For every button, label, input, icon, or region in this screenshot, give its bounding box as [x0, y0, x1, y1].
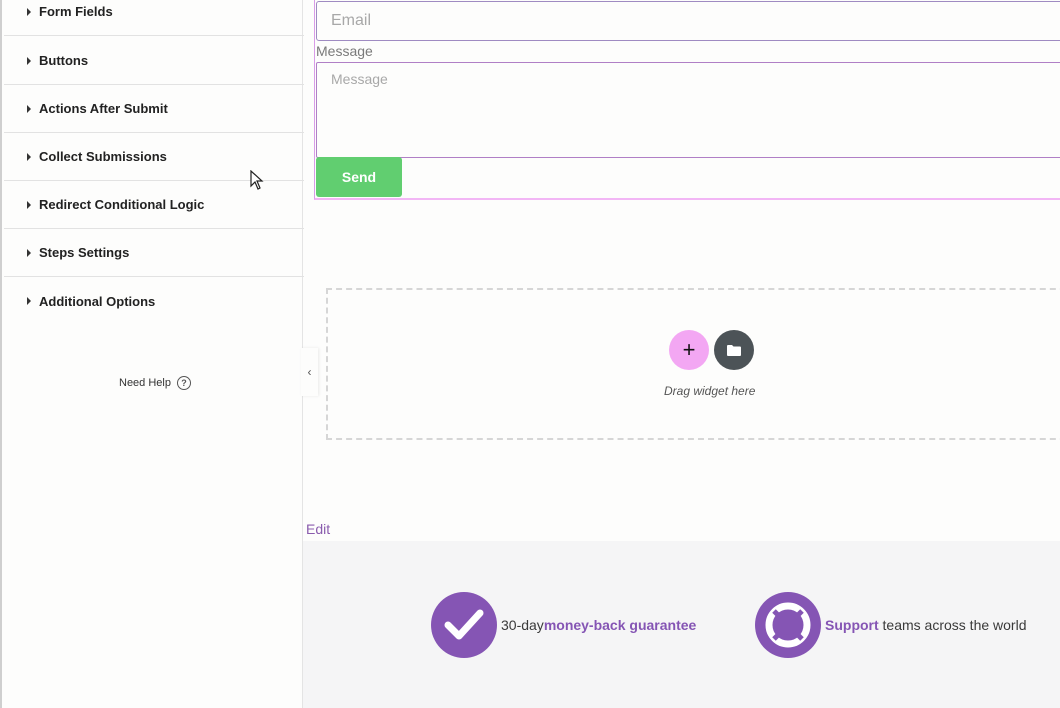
section-steps-settings[interactable]: Steps Settings: [4, 229, 304, 277]
plus-icon: +: [682, 337, 696, 362]
folder-icon: [727, 344, 741, 356]
caret-right-icon: [27, 297, 31, 305]
need-help-link[interactable]: Need Help ?: [119, 376, 191, 390]
section-label: Actions After Submit: [39, 101, 168, 116]
preview-canvas: Email Message Message Send + Drag widget…: [303, 0, 1060, 708]
section-actions-after-submit[interactable]: Actions After Submit: [4, 85, 304, 133]
section-label: Form Fields: [39, 4, 113, 19]
feature-support: Support teams across the world: [755, 592, 1027, 658]
section-label: Steps Settings: [39, 245, 130, 260]
feature-highlight: money-back guarantee: [543, 617, 697, 633]
checkmark-icon: [431, 592, 497, 658]
caret-right-icon: [27, 56, 31, 65]
caret-right-icon: [27, 248, 31, 257]
edit-link[interactable]: Edit: [306, 521, 330, 537]
feature-prefix: 30-day: [501, 617, 544, 633]
lifebuoy-icon: [755, 592, 821, 658]
section-label: Redirect Conditional Logic: [39, 197, 205, 212]
section-label: Collect Submissions: [39, 149, 167, 164]
message-field[interactable]: Message: [316, 62, 1060, 158]
send-button[interactable]: Send: [316, 157, 402, 197]
feature-guarantee: 30-day money-back guarantee: [431, 592, 696, 658]
email-field[interactable]: Email: [316, 1, 1060, 41]
caret-right-icon: [27, 104, 31, 113]
drag-hint: Drag widget here: [664, 384, 756, 398]
feature-highlight: Support: [825, 617, 879, 633]
section-label: Additional Options: [39, 293, 156, 309]
help-icon: ?: [176, 376, 191, 390]
caret-right-icon: [27, 200, 31, 209]
section-buttons[interactable]: Buttons: [4, 37, 304, 85]
section-form-fields[interactable]: Form Fields: [4, 0, 304, 36]
section-additional-options[interactable]: Additional Options: [4, 277, 304, 325]
feature-suffix: teams across the world: [878, 617, 1027, 633]
need-help-label: Need Help: [119, 377, 171, 389]
message-label: Message: [316, 43, 373, 59]
template-library-button[interactable]: [714, 330, 754, 370]
editor-panel: Form Fields Buttons Actions After Submit…: [0, 0, 304, 708]
caret-right-icon: [27, 7, 31, 16]
mouse-cursor-icon: [250, 170, 264, 190]
section-label: Buttons: [39, 53, 89, 68]
caret-right-icon: [27, 152, 31, 161]
add-widget-button[interactable]: +: [669, 330, 709, 370]
features-section: 30-day money-back guarantee Support team…: [303, 541, 1060, 708]
